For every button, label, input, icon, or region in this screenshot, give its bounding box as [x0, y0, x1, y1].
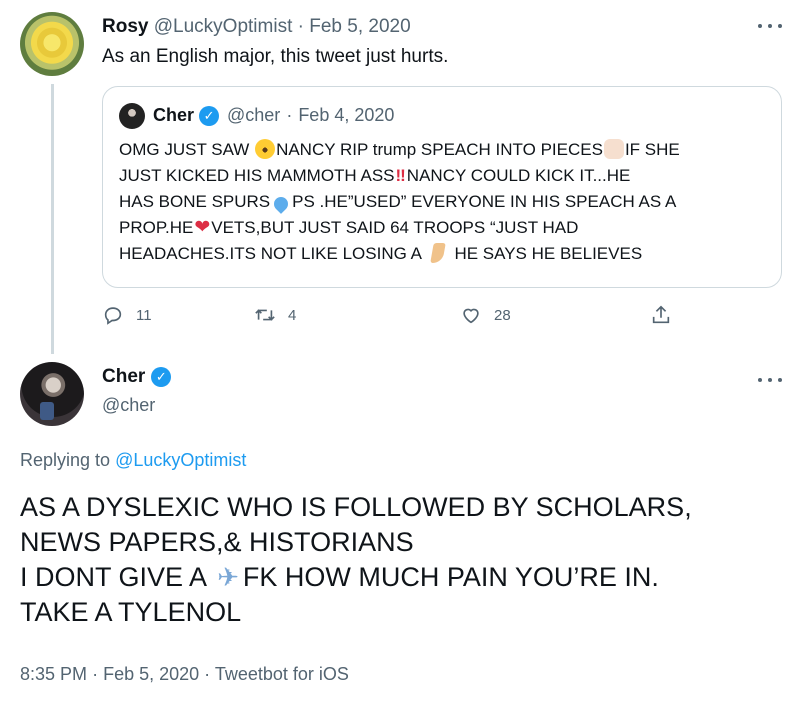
screaming-face-icon [255, 139, 276, 159]
parent-author-handle[interactable]: @LuckyOptimist [154, 16, 293, 37]
main-author-handle[interactable]: @cher [102, 395, 155, 416]
tweet-time[interactable]: 8:35 PM [20, 664, 87, 684]
retweet-count: 4 [288, 306, 297, 324]
airplane-icon: ✈ [217, 562, 239, 592]
main-line: I DONT GIVE A ✈ FK HOW MUCH PAIN YOU’RE I… [20, 560, 780, 595]
reply-icon [104, 307, 122, 325]
more-icon[interactable] [758, 22, 782, 30]
avatar-cher[interactable] [20, 362, 84, 426]
quoted-line: OMG JUST SAW NANCY RIP trump SPEACH INTO… [119, 139, 680, 159]
like-icon [463, 308, 479, 324]
parent-date[interactable]: Feb 5, 2020 [309, 16, 410, 37]
tweet-date[interactable]: Feb 5, 2020 [103, 664, 199, 684]
quoted-author-handle: @cher [227, 105, 281, 125]
parent-author-name[interactable]: Rosy [102, 16, 148, 37]
quoted-tweet-card[interactable]: Cher ✓ @cher · Feb 4, 2020 OMG JUST SAW … [102, 86, 782, 288]
quoted-tweet-header: Cher ✓ @cher · Feb 4, 2020 [153, 105, 394, 126]
red-heart-icon: ❤ [194, 217, 211, 238]
separator-dot: · [286, 105, 293, 125]
leg-icon [429, 243, 446, 263]
main-line: TAKE A TYLENOL [20, 597, 242, 627]
quoted-line: HEADACHES.ITS NOT LIKE LOSING A HE SAYS … [119, 243, 643, 263]
share-icon [652, 305, 670, 324]
retweet-button[interactable]: 4 [254, 304, 296, 326]
replying-to: Replying to @LuckyOptimist [20, 450, 246, 471]
main-author-name: Cher [102, 366, 146, 387]
more-icon[interactable] [758, 376, 782, 384]
quoted-author-name: Cher [153, 105, 195, 125]
separator-dot: · [204, 664, 211, 684]
avatar-rosy[interactable] [20, 12, 84, 76]
clapping-hands-icon [603, 139, 624, 159]
thread-line [51, 84, 54, 354]
quoted-date: Feb 4, 2020 [298, 105, 395, 125]
tweet-client: Tweetbot for iOS [214, 664, 349, 684]
tweet-meta: 8:35 PM · Feb 5, 2020 · Tweetbot for iOS [20, 664, 349, 685]
separator-dot: · [92, 664, 99, 684]
main-line: NEWS PAPERS,& HISTORIANS [20, 527, 414, 557]
quoted-line: JUST KICKED HIS MAMMOTH ASS‼NANCY COULD … [119, 163, 769, 189]
double-exclamation-icon: ‼ [395, 166, 406, 185]
parent-tweet-text: As an English major, this tweet just hur… [102, 46, 449, 67]
retweet-icon [255, 309, 275, 321]
droplet-icon [271, 194, 292, 214]
quoted-line: PROP.HE❤VETS,BUT JUST SAID 64 TROOPS “JU… [119, 215, 769, 241]
quoted-tweet-text: OMG JUST SAW NANCY RIP trump SPEACH INTO… [119, 137, 769, 267]
main-tweet-text: AS A DYSLEXIC WHO IS FOLLOWED BY SCHOLAR… [20, 490, 780, 630]
main-author-name-row[interactable]: Cher ✓ [102, 366, 179, 388]
replying-prefix: Replying to [20, 450, 111, 470]
verified-icon: ✓ [199, 105, 220, 126]
main-line: AS A DYSLEXIC WHO IS FOLLOWED BY SCHOLAR… [20, 492, 692, 522]
parent-tweet-header: Rosy @LuckyOptimist · Feb 5, 2020 [102, 16, 411, 38]
like-button[interactable]: 28 [460, 304, 511, 326]
separator-dot: · [297, 16, 304, 37]
reply-button[interactable]: 11 [102, 304, 152, 326]
reply-count: 11 [136, 306, 152, 324]
verified-icon: ✓ [151, 367, 172, 387]
quoted-author-avatar [119, 103, 145, 129]
replying-to-link[interactable]: @LuckyOptimist [115, 450, 246, 470]
quoted-line: HAS BONE SPURS PS .HE”USED” EVERYONE IN H… [119, 189, 769, 215]
like-count: 28 [494, 306, 511, 324]
action-bar: 11 4 28 [102, 304, 682, 330]
share-button[interactable] [650, 304, 684, 326]
